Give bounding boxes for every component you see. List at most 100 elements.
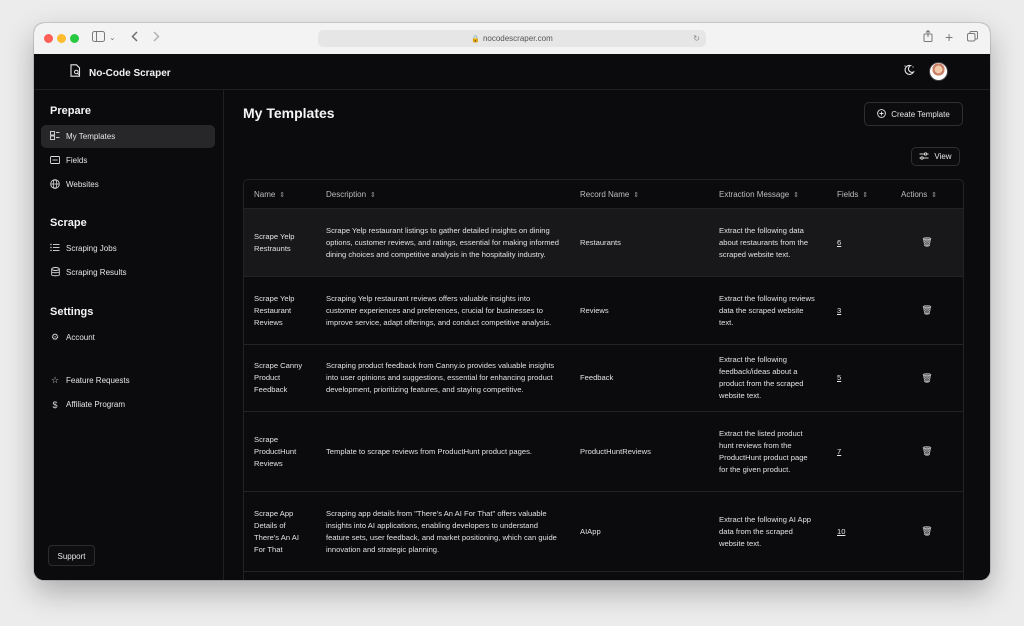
fields-count-link[interactable]: 10 [837,527,845,536]
share-icon[interactable] [923,29,933,46]
table-row[interactable]: Scrape Canny Product Feedback Scraping p… [244,344,963,412]
sidebar-item-label: Affiliate Program [66,400,125,409]
cell-fields: 6 [827,208,891,277]
trash-icon[interactable]: 🗑 [921,526,932,536]
app-root: No-Code Scraper Prepare My Templates Fie… [34,54,990,580]
trash-icon[interactable]: 🗑 [921,305,932,315]
cell-record-name: Restaurants [570,208,709,277]
cell-name: Scrape Canny Product Feedback [244,344,316,412]
cell-record-name: Feedback [570,344,709,412]
cell-name: Scrape Yelp Restraunts [244,208,316,277]
fields-count-link[interactable]: 6 [837,238,841,247]
sidebar-item-scraping-jobs[interactable]: Scraping Jobs [41,237,215,260]
sidebar-toggle-icon[interactable] [92,30,105,46]
sort-icon: ⇕ [370,191,376,199]
close-window-button[interactable] [44,34,53,43]
cell-fields: 3 [827,276,891,345]
table-row[interactable]: Scrape Yelp Restraunts Scrape Yelp resta… [244,208,963,277]
sidebar-item-websites[interactable]: Websites [41,173,215,196]
cell-description: Scraping product feedback from Canny.io … [316,344,570,412]
column-header-actions[interactable]: Actions ⇕ [891,180,963,209]
create-template-button[interactable]: Create Template [864,102,963,126]
cell-actions: 🗑 [891,491,963,572]
cell-extraction-message: Extract the following reviews data the s… [709,276,827,345]
column-header-name[interactable]: Name ⇕ [244,180,316,209]
address-bar-url: nocodescraper.com [482,34,553,43]
sort-icon: ⇕ [793,191,800,199]
cell-extraction-message: Extract the listed product hunt reviews … [709,411,827,492]
sidebar-section-settings: Settings [50,306,94,318]
globe-icon [50,178,60,191]
brand[interactable]: No-Code Scraper [70,64,171,82]
cell-extraction-message: Extract the following feedback/ideas abo… [709,344,827,412]
address-bar[interactable]: 🔒 nocodescraper.com ↻ [318,30,706,47]
cell-extraction-message: Extract the following data about restaur… [709,208,827,277]
new-tab-icon[interactable]: + [945,29,953,45]
create-template-label: Create Template [891,109,950,119]
app-header: No-Code Scraper [34,54,990,90]
sidebar-item-scraping-results[interactable]: Scraping Results [41,261,215,284]
browser-window: ⌄ 🔒 nocodescraper.com ↻ + No-Code Scraper [34,23,990,580]
browser-toolbar: ⌄ 🔒 nocodescraper.com ↻ + [34,23,990,55]
column-header-description[interactable]: Description ⇕ [316,180,570,209]
cell-extraction-message: Extract the following AI App data from t… [709,491,827,572]
sort-icon: ⇕ [862,191,869,199]
fields-count-link[interactable]: 7 [837,447,841,456]
cell-description: Template to scrape reviews from ProductH… [316,411,570,492]
document-search-icon [70,64,81,82]
cell-actions: 🗑 [891,411,963,492]
tab-overview-icon[interactable] [967,30,978,46]
sidebar-item-my-templates[interactable]: My Templates [41,125,215,148]
minimize-window-button[interactable] [57,34,66,43]
trash-icon[interactable]: 🗑 [921,446,932,456]
table-row[interactable]: Scrape ProductHunt Reviews Template to s… [244,411,963,492]
cell-fields: 5 [827,344,891,412]
templates-icon [50,131,60,142]
column-header-fields[interactable]: Fields ⇕ [827,180,891,209]
chevron-down-icon[interactable]: ⌄ [109,30,116,46]
view-options-button[interactable]: View [911,147,960,166]
sidebar-item-fields[interactable]: Fields [41,149,215,172]
sort-icon: ⇕ [931,191,938,199]
sidebar-item-label: Scraping Results [66,268,127,277]
sidebar-item-label: Scraping Jobs [66,244,117,253]
trash-icon[interactable]: 🗑 [921,373,932,383]
table-row[interactable]: Scrape App Details of There's An AI For … [244,491,963,572]
dollar-icon: $ [52,399,58,410]
sidebar-item-label: Account [66,333,95,342]
cell-fields: 7 [827,411,891,492]
sidebar-item-affiliate-program[interactable]: $ Affiliate Program [41,393,215,416]
back-icon[interactable] [131,30,139,46]
cell-actions: 🗑 [891,276,963,345]
trash-icon[interactable]: 🗑 [921,237,932,247]
support-button[interactable]: Support [48,545,95,566]
sidebar-section-scrape: Scrape [50,217,87,229]
column-header-extraction-message[interactable]: Extraction Message ⇕ [709,180,827,209]
lock-icon: 🔒 [471,36,480,43]
reload-icon[interactable]: ↻ [693,30,700,47]
cell-record-name: AIApp [570,491,709,572]
cell-description: Scraping Yelp restaurant reviews offers … [316,276,570,345]
fields-icon [50,155,60,166]
theme-toggle-icon[interactable] [903,63,915,81]
app-name: No-Code Scraper [89,67,171,79]
cell-record-name: Reviews [570,276,709,345]
sliders-icon [919,151,929,162]
templates-table: Name ⇕ Description ⇕ Record Name ⇕ Extracti… [243,179,964,580]
sidebar-item-account[interactable]: ⚙ Account [41,326,215,349]
table-row[interactable]: Scrape Yelp Restaurant Reviews Scraping … [244,276,963,345]
cell-name: Scrape Yelp Restaurant Reviews [244,276,316,345]
table-header-row: Name ⇕ Description ⇕ Record Name ⇕ Extracti… [244,180,963,209]
fields-count-link[interactable]: 3 [837,306,841,315]
cell-name: Scrape App Details of There's An AI For … [244,491,316,572]
column-header-record-name[interactable]: Record Name ⇕ [570,180,709,209]
zoom-window-button[interactable] [70,34,79,43]
fields-count-link[interactable]: 5 [837,373,841,382]
cell-fields: 10 [827,491,891,572]
sidebar-item-label: Websites [66,180,99,189]
user-avatar[interactable] [929,62,948,81]
forward-icon[interactable] [152,30,160,46]
cell-description: Scrape Yelp restaurant listings to gathe… [316,208,570,277]
star-icon: ☆ [50,375,60,385]
sidebar-item-feature-requests[interactable]: ☆ Feature Requests [41,369,215,392]
